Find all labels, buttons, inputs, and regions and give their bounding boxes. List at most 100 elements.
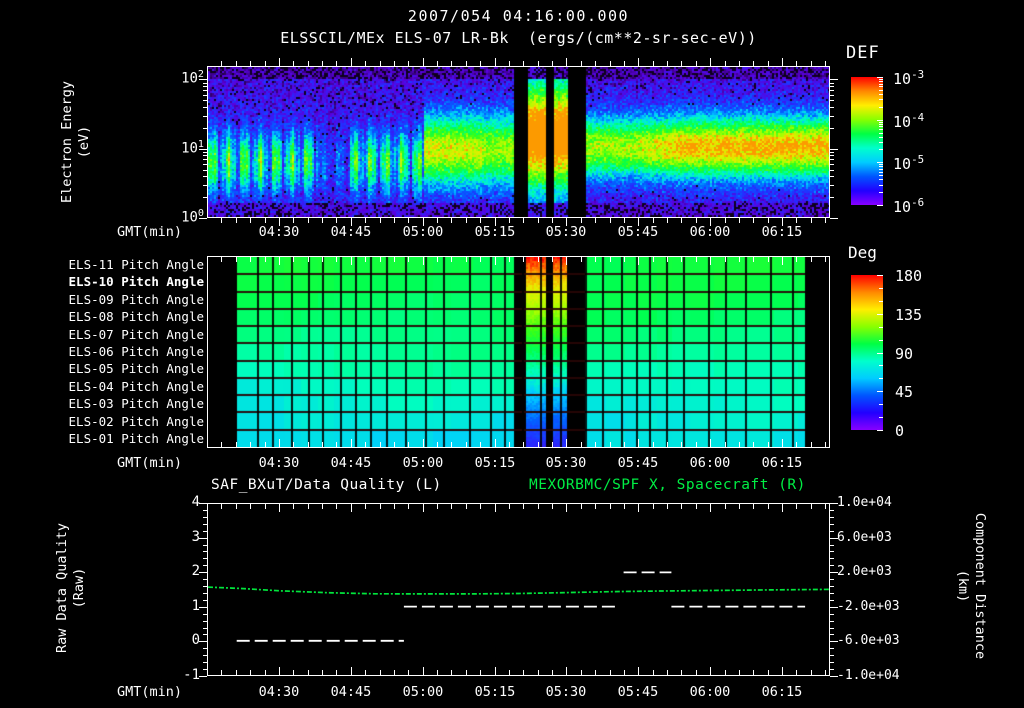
y-tick: [199, 641, 207, 642]
colorbar-tick: [879, 340, 883, 341]
y-tick: [203, 128, 207, 129]
x-tick: [322, 61, 323, 66]
x-tick: [782, 667, 783, 675]
x-tick: [825, 670, 826, 675]
x-tick: [768, 670, 769, 675]
y-tick: [830, 586, 834, 587]
x-tick-label: 05:15: [474, 224, 516, 240]
x-tick: [710, 667, 711, 675]
x-tick: [365, 504, 366, 509]
x-tick: [466, 257, 467, 262]
colorbar-tick: [877, 120, 883, 121]
colorbar-tick: [879, 79, 883, 80]
x-tick: [279, 439, 280, 447]
x-tick: [768, 504, 769, 509]
x-tick: [696, 218, 697, 223]
y-tick: [830, 551, 834, 552]
y-tick: [830, 558, 834, 559]
x-tick: [236, 442, 237, 447]
x-tick: [509, 218, 510, 223]
x-tick: [408, 442, 409, 447]
x-tick: [408, 61, 409, 66]
x-tick: [595, 218, 596, 223]
x-tick: [308, 257, 309, 262]
x-tick: [279, 58, 280, 66]
x-tick: [221, 61, 222, 66]
colorbar-tick: [877, 430, 883, 431]
x-tick: [495, 439, 496, 447]
y-tick: [203, 159, 207, 160]
colorbar-tick: [879, 129, 883, 130]
x-tick: [308, 218, 309, 223]
colorbar-tick: [879, 179, 883, 180]
x-tick: [523, 257, 524, 262]
x-tick: [380, 218, 381, 223]
x-tick: [279, 257, 280, 265]
y-tick-label: 100: [181, 208, 204, 226]
x-tick: [552, 257, 553, 262]
x-tick: [638, 58, 639, 66]
y-tick: [830, 79, 838, 80]
timeseries-right-axis-label-line1: Component Distance: [972, 512, 988, 660]
x-tick: [696, 442, 697, 447]
y-tick-label: -6.0e+03: [837, 633, 900, 648]
colorbar-tick: [879, 172, 883, 173]
y-tick-label: 2.0e+03: [837, 564, 892, 579]
x-tick: [423, 58, 424, 66]
x-tick: [336, 218, 337, 223]
x-tick: [825, 218, 826, 223]
x-tick: [538, 218, 539, 223]
colorbar-tick: [879, 164, 883, 165]
colorbar-tick: [877, 391, 883, 392]
x-tick: [696, 670, 697, 675]
x-tick: [437, 504, 438, 509]
x-tick: [480, 670, 481, 675]
x-tick: [610, 257, 611, 262]
colorbar-tick: [879, 142, 883, 143]
x-tick: [624, 257, 625, 262]
x-tick: [365, 670, 366, 675]
x-tick: [667, 670, 668, 675]
x-tick: [437, 61, 438, 66]
x-tick: [509, 504, 510, 509]
y-tick: [203, 517, 207, 518]
timeseries-left-axis-label: Raw Data Quality (Raw): [54, 523, 88, 653]
x-tick: [552, 670, 553, 675]
x-tick: [811, 504, 812, 509]
y-tick: [830, 170, 834, 171]
pitch-row-label: ELS-01 Pitch Angle: [68, 431, 204, 446]
y-tick: [830, 545, 834, 546]
x-tick: [293, 504, 294, 509]
y-tick: [203, 593, 207, 594]
flux-colorbar-title: DEF: [846, 43, 880, 63]
x-tick: [365, 218, 366, 223]
x-tick: [796, 504, 797, 509]
x-tick: [552, 218, 553, 223]
y-tick: [830, 155, 834, 156]
x-tick: [725, 670, 726, 675]
x-tick: [365, 442, 366, 447]
pitch-row-label: ELS-09 Pitch Angle: [68, 292, 204, 307]
y-tick: [830, 197, 834, 198]
electron-energy-spectrogram: [208, 67, 829, 217]
x-tick: [566, 439, 567, 447]
colorbar-tick: [877, 353, 883, 354]
colorbar-tick: [879, 99, 883, 100]
x-tick: [667, 504, 668, 509]
y-tick: [203, 579, 207, 580]
x-tick: [408, 257, 409, 262]
y-tick-label: -1: [183, 667, 200, 683]
plot-window: 2007/054 04:16:00.000 ELSSCIL/MEx ELS-07…: [0, 0, 1024, 708]
y-tick: [830, 159, 834, 160]
colorbar-tick: [877, 162, 883, 163]
x-tick: [725, 442, 726, 447]
colorbar-tick: [879, 124, 883, 125]
colorbar-tick: [879, 90, 883, 91]
x-tick-label: 06:15: [761, 684, 803, 700]
x-tick: [638, 257, 639, 265]
x-tick: [725, 504, 726, 509]
x-tick: [653, 670, 654, 675]
spacecraft-x-line: [208, 586, 829, 595]
x-tick: [595, 257, 596, 262]
x-tick: [610, 218, 611, 223]
